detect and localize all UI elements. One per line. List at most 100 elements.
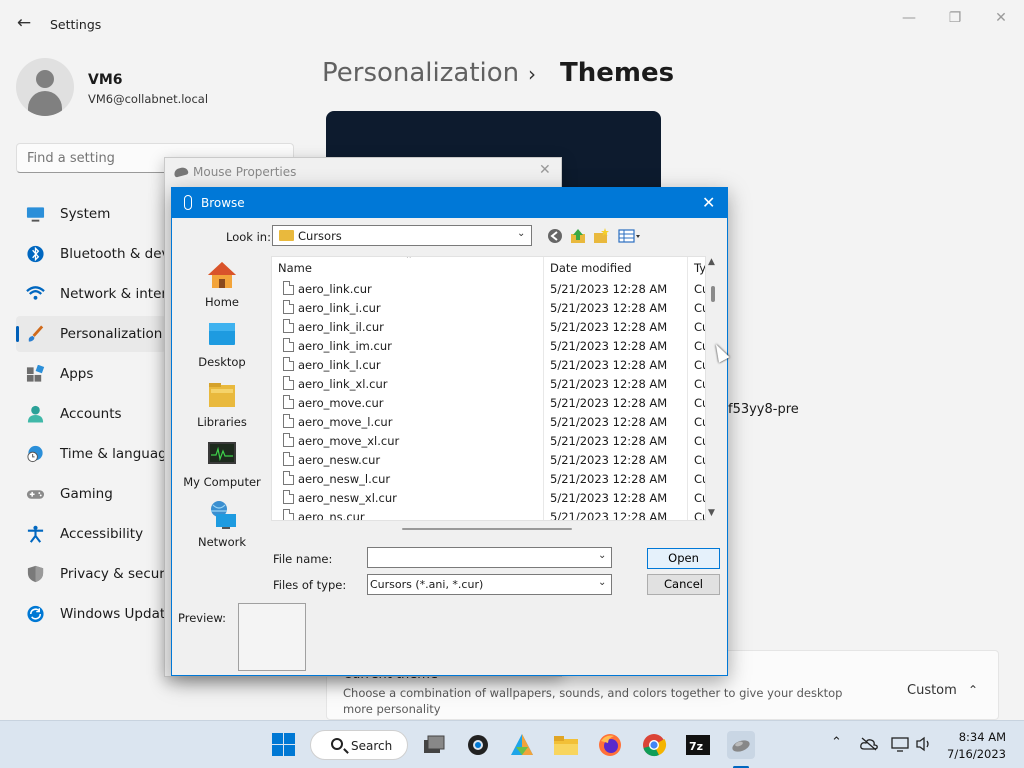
file-row[interactable]: aero_link_il.cur 5/21/2023 12:28 AM Cu [272, 317, 705, 336]
up-folder-icon[interactable] [569, 228, 587, 246]
file-row[interactable]: aero_link.cur 5/21/2023 12:28 AM Cu [272, 279, 705, 298]
sidebar-item-bluetooth[interactable]: Bluetooth & devi [16, 236, 173, 272]
task-view-icon[interactable] [420, 731, 448, 759]
file-row[interactable]: aero_link_im.cur 5/21/2023 12:28 AM Cu [272, 336, 705, 355]
network-status-icon[interactable] [891, 736, 909, 752]
mouse-icon [173, 166, 189, 178]
file-icon [283, 433, 294, 447]
file-row[interactable]: aero_nesw_xl.cur 5/21/2023 12:28 AM Cu [272, 488, 705, 507]
file-row[interactable]: aero_nesw_l.cur 5/21/2023 12:28 AM Cu [272, 469, 705, 488]
file-row[interactable]: aero_nesw.cur 5/21/2023 12:28 AM Cu [272, 450, 705, 469]
clock-date[interactable]: 7/16/2023 [946, 747, 1006, 761]
sidebar-item-label: Network & intern [60, 286, 176, 302]
find-setting-input[interactable] [17, 144, 157, 172]
chevron-down-icon[interactable]: ⌄ [598, 550, 606, 561]
preview-label: Preview: [178, 611, 227, 625]
onedrive-icon[interactable] [860, 736, 878, 752]
file-explorer-icon[interactable] [552, 731, 580, 759]
sidebar-item-windows-update[interactable]: Windows Update [16, 596, 173, 632]
file-list[interactable]: Name ⌃ Date modified Ty aero_link.cur 5/2… [271, 256, 706, 521]
file-icon [283, 395, 294, 409]
minimize-icon[interactable]: — [895, 8, 923, 28]
taskbar-search-label: Search [351, 739, 393, 753]
close-icon[interactable]: ✕ [702, 193, 715, 212]
file-row[interactable]: aero_move_xl.cur 5/21/2023 12:28 AM Cu [272, 431, 705, 450]
sidebar-item-accounts[interactable]: Accounts [16, 396, 166, 432]
sidebar-item-accessibility[interactable]: Accessibility [16, 516, 166, 552]
cancel-button[interactable]: Cancel [647, 574, 720, 595]
scroll-down-icon[interactable]: ▼ [708, 508, 715, 518]
windows-start-icon[interactable] [270, 731, 298, 759]
sidebar-item-network[interactable]: Network & intern [16, 276, 175, 312]
file-type: Cu [694, 453, 705, 467]
file-row[interactable]: aero_move.cur 5/21/2023 12:28 AM Cu [272, 393, 705, 412]
files-of-type-dropdown[interactable]: Cursors (*.ani, *.cur) ⌄ [367, 574, 612, 595]
close-icon[interactable]: ✕ [539, 162, 551, 178]
place-desktop[interactable]: Desktop [180, 316, 264, 374]
open-button[interactable]: Open [647, 548, 720, 569]
chevron-up-icon[interactable]: ⌃ [968, 683, 978, 697]
avatar-body [28, 91, 62, 116]
sidebar-item-privacy-security[interactable]: Privacy & security [16, 556, 182, 592]
person-icon [27, 405, 44, 423]
sidebar-item-system[interactable]: System [16, 196, 166, 232]
look-in-dropdown[interactable]: Cursors ⌄ [272, 225, 532, 246]
sidebar-item-time-language[interactable]: Time & language [16, 436, 175, 472]
file-name: aero_link_l.cur [298, 358, 381, 372]
taskbar-search-button[interactable]: Search [310, 730, 408, 760]
view-grid-icon [618, 229, 640, 243]
sidebar-item-apps[interactable]: Apps [16, 356, 166, 392]
file-row[interactable]: aero_ns.cur 5/21/2023 12:28 AM Cu [272, 507, 705, 520]
file-row[interactable]: aero_link_xl.cur 5/21/2023 12:28 AM Cu [272, 374, 705, 393]
file-type: Cu [694, 434, 705, 448]
file-name: aero_move_l.cur [298, 415, 393, 429]
file-icon [283, 471, 294, 485]
file-row[interactable]: aero_link_l.cur 5/21/2023 12:28 AM Cu [272, 355, 705, 374]
scroll-up-icon[interactable]: ▲ [708, 257, 715, 267]
place-my-computer[interactable]: My Computer [180, 436, 264, 494]
sidebar-item-label: Apps [60, 366, 94, 382]
file-type: Cu [694, 339, 705, 353]
place-libraries[interactable]: Libraries [180, 376, 264, 434]
user-name: VM6 [88, 72, 123, 88]
speaker-icon[interactable] [915, 736, 933, 752]
vertical-scrollbar[interactable]: ▲ ▼ [706, 256, 720, 521]
file-row[interactable]: aero_link_i.cur 5/21/2023 12:28 AM Cu [272, 298, 705, 317]
paperclip-icon [184, 195, 192, 210]
clock-globe-icon [27, 445, 43, 463]
7zip-icon[interactable]: 7z [684, 731, 712, 759]
avatar[interactable] [16, 58, 74, 116]
horizontal-scrollbar-thumb[interactable] [402, 528, 572, 530]
restore-icon[interactable]: ❐ [941, 8, 969, 28]
close-icon[interactable]: ✕ [987, 8, 1015, 28]
clock-time[interactable]: 8:34 AM [946, 730, 1006, 744]
mouse-properties-icon[interactable] [727, 731, 755, 759]
column-header-date[interactable]: Date modified [550, 257, 680, 279]
place-home[interactable]: Home [180, 256, 264, 314]
file-name-combo[interactable]: ⌄ [367, 547, 612, 569]
sidebar-item-personalization[interactable]: Personalization [16, 316, 166, 352]
back-icon[interactable] [546, 228, 564, 246]
file-date: 5/21/2023 12:28 AM [550, 301, 668, 315]
new-folder-icon[interactable] [592, 228, 610, 246]
scroll-thumb[interactable] [711, 286, 715, 302]
sidebar-item-label: Bluetooth & devi [60, 246, 174, 262]
chevron-up-icon[interactable]: ⌃ [831, 735, 842, 750]
files-of-type-value: Cursors (*.ani, *.cur) [370, 578, 484, 591]
file-row[interactable]: aero_move_l.cur 5/21/2023 12:28 AM Cu [272, 412, 705, 431]
place-label: Home [205, 295, 239, 309]
file-type: Cu [694, 510, 705, 521]
back-arrow-icon[interactable]: ← [14, 13, 34, 33]
column-header-type[interactable]: Ty [694, 257, 705, 279]
place-network[interactable]: Network [180, 496, 264, 554]
view-menu-icon[interactable] [617, 228, 643, 246]
file-type: Cu [694, 472, 705, 486]
settings-gear-icon[interactable] [464, 731, 492, 759]
current-theme-description: Choose a combination of wallpapers, soun… [343, 686, 843, 716]
file-name-input[interactable] [368, 550, 593, 569]
firefox-icon[interactable] [596, 731, 624, 759]
breadcrumb-parent[interactable]: Personalization [322, 58, 519, 88]
sidebar-item-gaming[interactable]: Gaming [16, 476, 166, 512]
chrome-icon[interactable] [640, 731, 668, 759]
photos-icon[interactable] [508, 731, 536, 759]
